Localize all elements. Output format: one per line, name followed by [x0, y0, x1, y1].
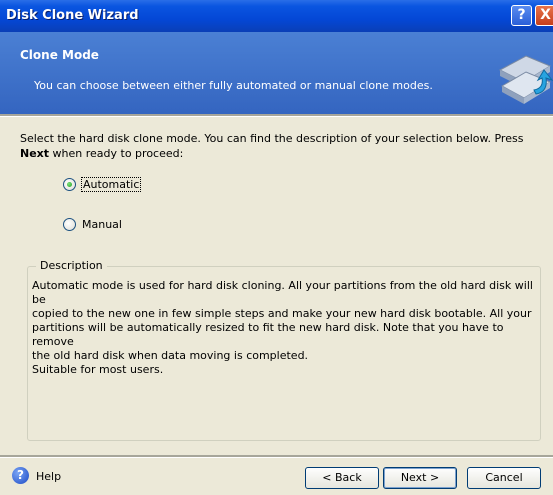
description-line: copied to the new one in few simple step… [32, 307, 532, 320]
back-button[interactable]: < Back [305, 467, 379, 489]
page-title: Clone Mode [20, 48, 99, 62]
instructions-next-bold: Next [20, 147, 50, 160]
manual-radio[interactable] [63, 218, 76, 231]
option-automatic[interactable]: Automatic [63, 177, 142, 192]
help-link[interactable]: Help [36, 470, 61, 483]
instructions-text-2: when ready to proceed: [49, 147, 184, 160]
help-title-button[interactable]: ? [511, 5, 532, 26]
description-group: Description Automatic mode is used for h… [27, 259, 541, 441]
close-button[interactable]: X [535, 5, 553, 26]
wizard-header: Clone Mode You can choose between either… [0, 32, 553, 114]
option-manual[interactable]: Manual [63, 218, 122, 231]
title-bar: Disk Clone Wizard ? X [0, 0, 553, 32]
description-line: partitions will be automatically resized… [32, 321, 504, 348]
description-line: Suitable for most users. [32, 363, 164, 376]
description-text: Automatic mode is used for hard disk clo… [32, 279, 537, 377]
automatic-label[interactable]: Automatic [80, 177, 142, 192]
description-line: Automatic mode is used for hard disk clo… [32, 279, 533, 306]
description-line: the old hard disk when data moving is co… [32, 349, 309, 362]
help-icon[interactable]: ? [12, 467, 29, 484]
description-legend: Description [36, 259, 107, 272]
next-button[interactable]: Next > [383, 467, 457, 489]
instructions: Select the hard disk clone mode. You can… [20, 131, 540, 161]
manual-label[interactable]: Manual [82, 218, 122, 231]
cancel-button[interactable]: Cancel [467, 467, 541, 489]
window-title: Disk Clone Wizard [6, 8, 139, 23]
header-separator [0, 114, 553, 117]
footer-separator [0, 455, 553, 458]
page-subtitle: You can choose between either fully auto… [34, 79, 433, 92]
instructions-text: Select the hard disk clone mode. You can… [20, 132, 524, 145]
disk-clone-icon [498, 55, 553, 104]
automatic-radio[interactable] [63, 178, 76, 191]
